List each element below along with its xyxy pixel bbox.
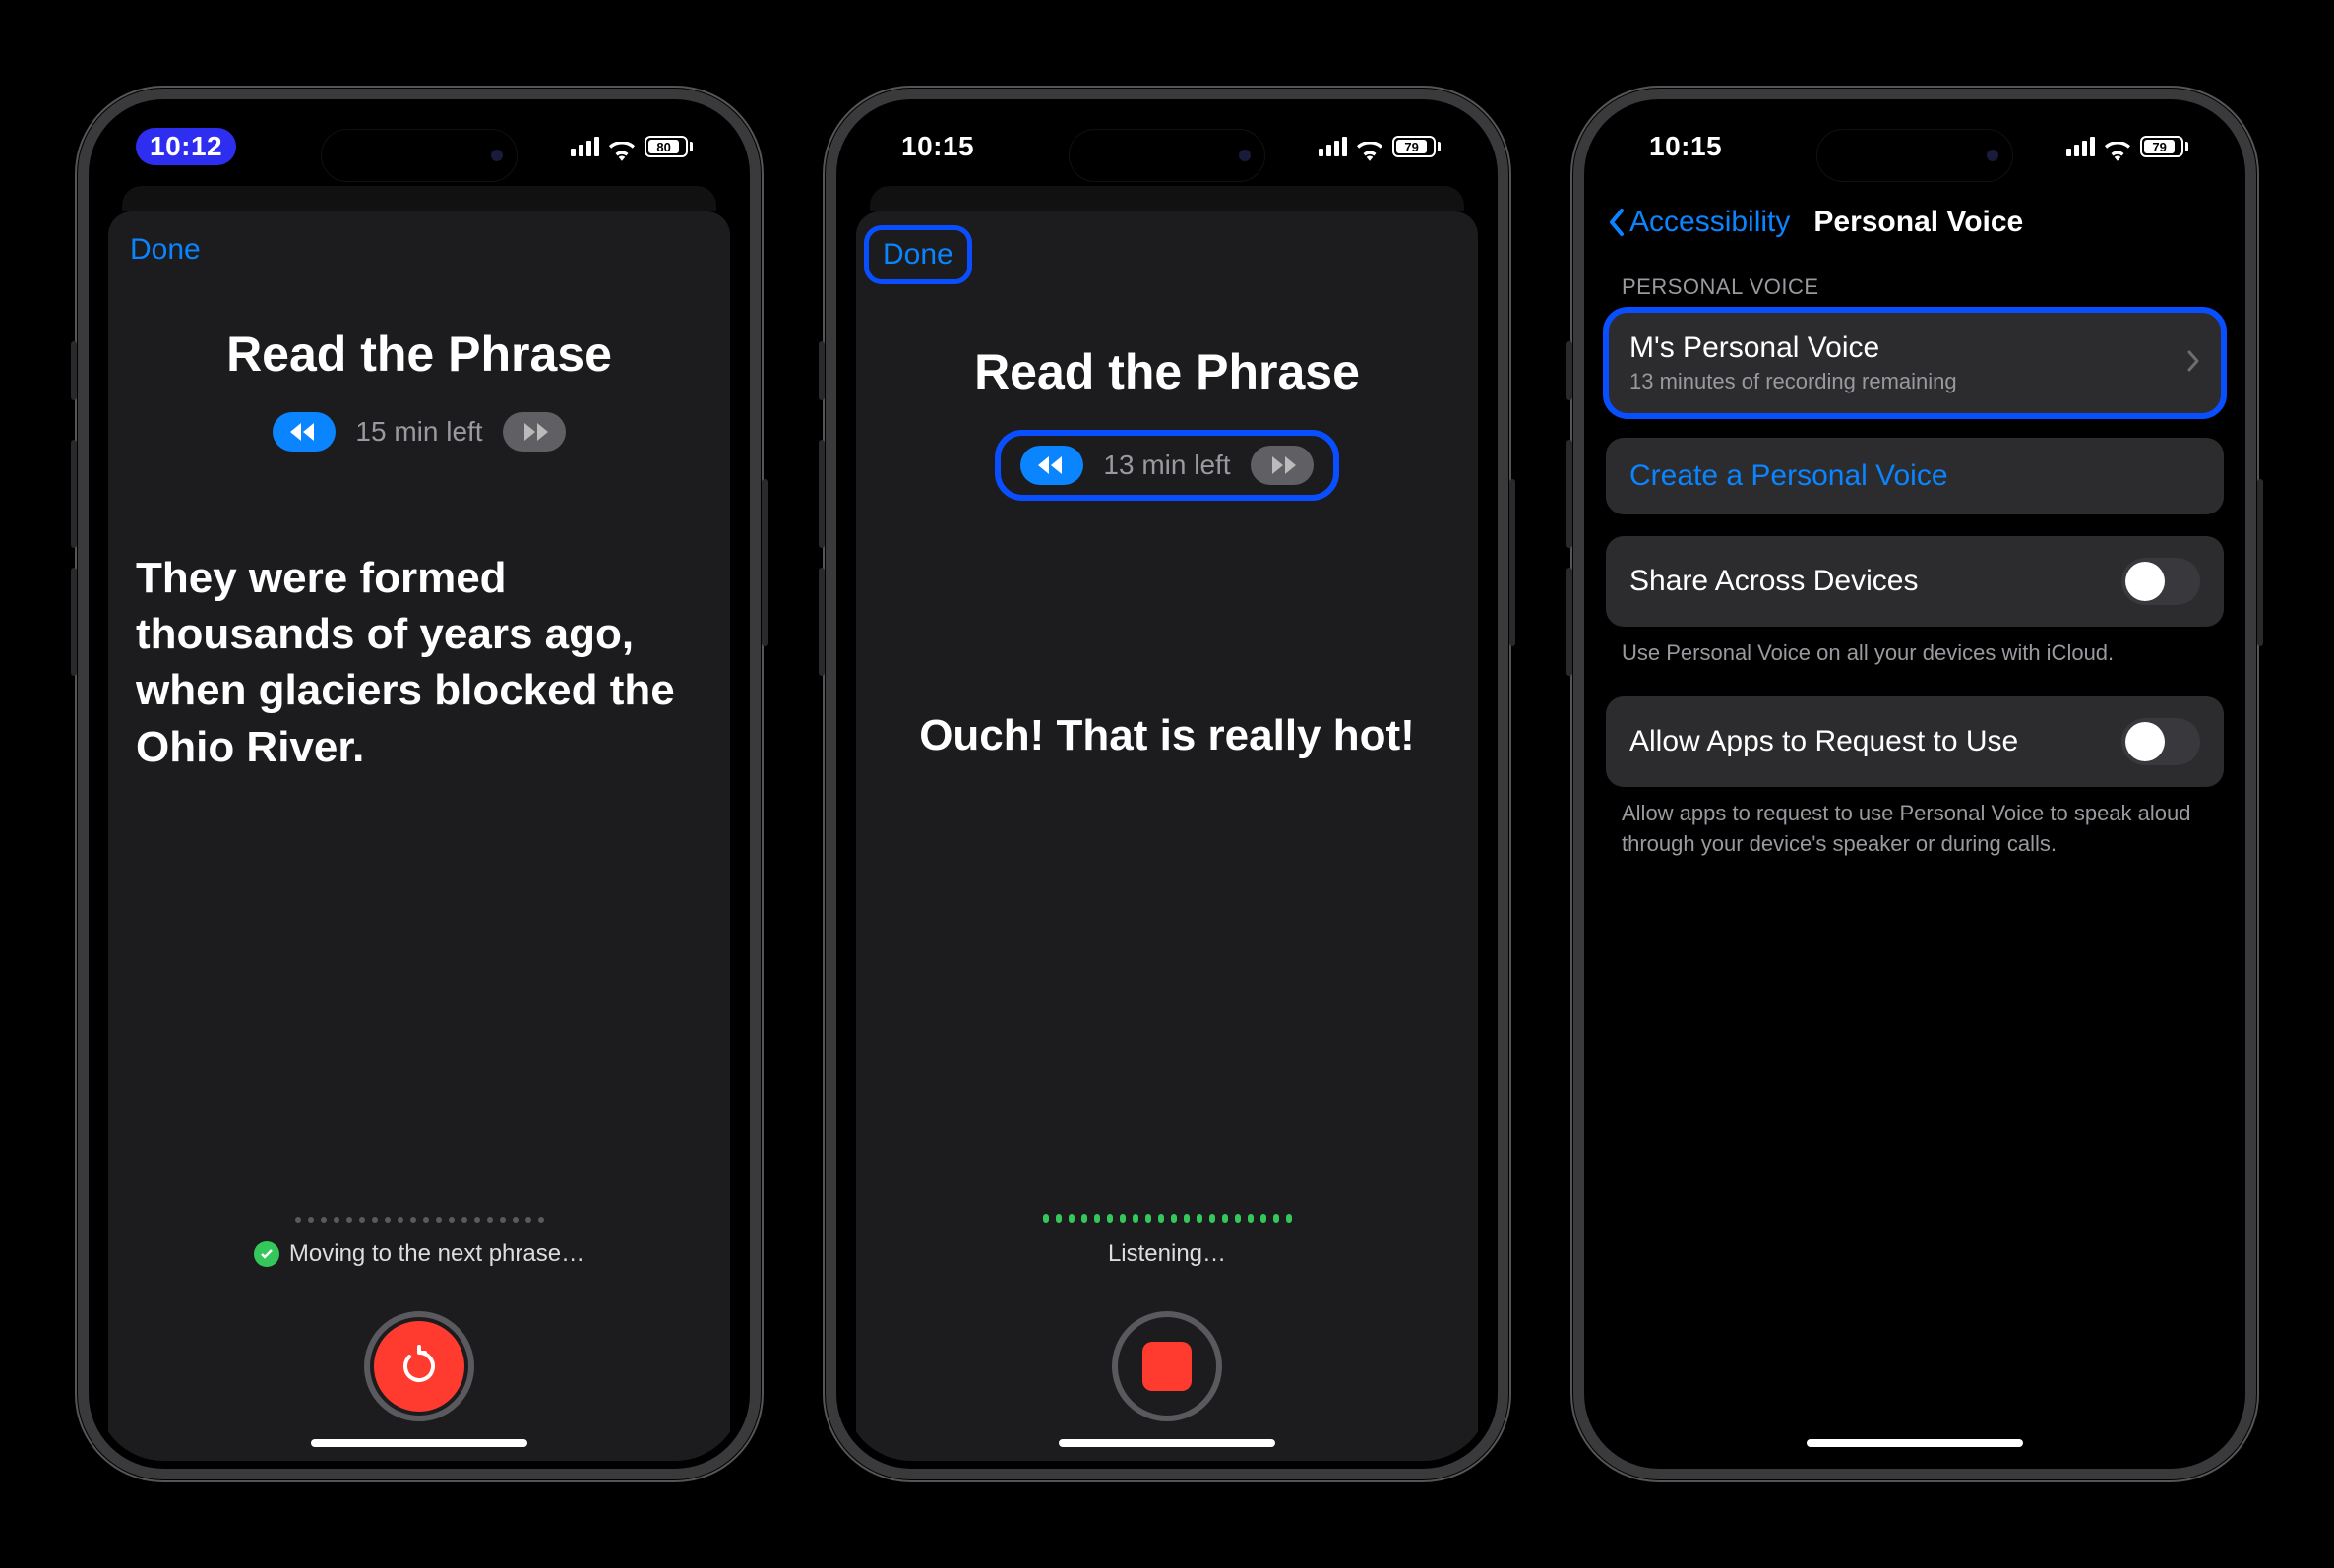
home-indicator[interactable] — [1059, 1439, 1275, 1447]
cellular-icon — [2066, 137, 2095, 156]
done-button[interactable]: Done — [883, 238, 953, 271]
page-title: Read the Phrase — [878, 343, 1456, 400]
battery-icon: 80 — [645, 136, 693, 157]
nav-title: Personal Voice — [1813, 206, 2023, 239]
share-toggle[interactable] — [2121, 558, 2200, 605]
waveform — [295, 1217, 544, 1223]
share-across-devices-row: Share Across Devices — [1606, 536, 2224, 627]
status-time: 10:12 — [136, 128, 236, 165]
dynamic-island — [1069, 129, 1265, 182]
wifi-icon — [1357, 137, 1382, 156]
allow-toggle[interactable] — [2121, 718, 2200, 765]
time-remaining: 13 min left — [1103, 450, 1230, 481]
phone-frame: 10:12 80 Done Read the Phrase 15 — [75, 86, 764, 1482]
create-voice-row[interactable]: Create a Personal Voice — [1606, 438, 2224, 514]
allow-apps-row: Allow Apps to Request to Use — [1606, 696, 2224, 787]
recording-sheet: Done Read the Phrase 13 min left Ouch! T… — [856, 211, 1478, 1461]
share-help-text: Use Personal Voice on all your devices w… — [1592, 627, 2238, 696]
phrase-text: Ouch! That is really hot! — [878, 707, 1456, 763]
battery-icon: 79 — [2140, 136, 2188, 157]
restart-button[interactable] — [364, 1311, 474, 1421]
phone-frame: 10:15 79 Done Read the Phrase 13 — [823, 86, 1511, 1482]
rewind-button[interactable] — [273, 412, 336, 452]
forward-button[interactable] — [503, 412, 566, 452]
recording-sheet: Done Read the Phrase 15 min left They we… — [108, 211, 730, 1461]
rewind-button[interactable] — [1020, 446, 1083, 485]
cellular-icon — [1319, 137, 1347, 156]
dynamic-island — [321, 129, 518, 182]
voice-name: M's Personal Voice — [1629, 332, 1957, 365]
stop-button[interactable] — [1112, 1311, 1222, 1421]
progress-controls: 15 min left — [130, 412, 708, 452]
wifi-icon — [609, 137, 635, 156]
battery-icon: 79 — [1392, 136, 1441, 157]
recording-status: Listening… — [1108, 1240, 1226, 1268]
dynamic-island — [1816, 129, 2013, 182]
section-header: Personal Voice — [1592, 247, 2238, 310]
cellular-icon — [571, 137, 599, 156]
recording-status: Moving to the next phrase… — [254, 1240, 584, 1268]
page-title: Read the Phrase — [130, 326, 708, 383]
chevron-right-icon — [2186, 349, 2200, 378]
home-indicator[interactable] — [1807, 1439, 2023, 1447]
allow-help-text: Allow apps to request to use Personal Vo… — [1592, 787, 2238, 887]
time-remaining: 15 min left — [355, 416, 482, 448]
phone-frame: 10:15 79 Accessibility Personal Voice Pe… — [1570, 86, 2259, 1482]
voice-row[interactable]: M's Personal Voice 13 minutes of recordi… — [1606, 310, 2224, 416]
wifi-icon — [2105, 137, 2130, 156]
waveform — [1043, 1214, 1292, 1223]
phrase-text: They were formed thousands of years ago,… — [130, 550, 708, 775]
progress-controls: 13 min left — [995, 430, 1338, 501]
check-icon — [254, 1241, 279, 1267]
done-button[interactable]: Done — [130, 233, 201, 266]
status-time: 10:15 — [884, 131, 974, 162]
home-indicator[interactable] — [311, 1439, 527, 1447]
status-time: 10:15 — [1631, 131, 1722, 162]
nav-bar: Accessibility Personal Voice — [1592, 186, 2238, 247]
back-button[interactable]: Accessibility — [1608, 206, 1790, 239]
voice-subtitle: 13 minutes of recording remaining — [1629, 369, 1957, 394]
chevron-left-icon — [1608, 208, 1626, 237]
forward-button[interactable] — [1251, 446, 1314, 485]
